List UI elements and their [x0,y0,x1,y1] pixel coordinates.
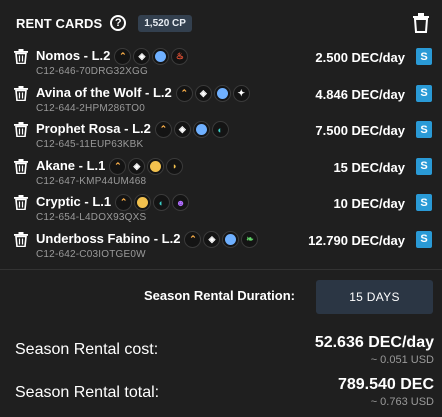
ability-icon [152,48,170,66]
ability-icon: ◈ [128,157,146,175]
ability-icon [134,194,152,212]
ability-icon: ♨ [171,48,189,66]
remove-card-icon[interactable] [14,49,28,65]
card-abilities: ⌃ ◈ ◐ [154,121,229,139]
divider [0,269,442,270]
card-id: C12-644-2HPM286TO0 [36,102,146,114]
card-row: Nomos - L.2 ⌃ ◈ ♨ C12-646-70DRG32XGG 2.500 … [14,46,432,83]
card-price: 15 DEC/day [333,159,405,175]
page-title: RENT CARDS [16,15,103,31]
trash-all-icon[interactable] [412,13,430,33]
ability-icon: ◐ [153,194,171,212]
card-row: Underboss Fabino - L.2 ⌃ ◈ ❧ C12-642-C03IOT… [14,229,432,266]
ability-icon: ◈ [133,48,151,66]
rental-total-usd: ~ 0.763 USD [370,396,434,408]
card-abilities: ⌃ ◐ ☻ [115,194,190,212]
card-id: C12-646-70DRG32XGG [36,66,148,77]
remove-card-icon[interactable] [14,231,28,248]
card-s-button[interactable]: S [416,84,432,102]
card-s-button[interactable]: S [416,157,432,175]
flame-icon: ⌃ [184,231,202,249]
rental-total-label: Season Rental total: [15,384,160,401]
card-name: Avina of the Wolf - L.2 [36,84,172,100]
remove-card-icon[interactable] [14,122,28,138]
card-abilities: ⌃ ◈ ❧ [184,231,259,249]
remove-card-icon[interactable] [14,195,28,211]
card-name: Prophet Rosa - L.2 [36,121,151,137]
card-price: 7.500 DEC/day [315,123,405,139]
flame-icon: ⌃ [114,48,132,66]
rental-cost-value: 52.636 DEC/day [314,334,434,351]
duration-label: Season Rental Duration: [144,288,295,303]
card-s-button[interactable]: S [416,194,432,212]
rent-cards-header: RENT CARDS ? 1,520 CP [16,12,432,34]
card-id: C12-647-KMP44UM468 [36,175,147,187]
card-price: 10 DEC/day [333,196,405,212]
card-s-button[interactable]: S [416,230,432,248]
remove-card-icon[interactable] [14,85,28,101]
ability-icon: ◈ [194,84,212,102]
card-abilities: ⌃ ◈ ◗ [109,157,184,175]
card-list: Nomos - L.2 ⌃ ◈ ♨ C12-646-70DRG32XGG 2.500 … [14,46,432,266]
ability-icon [213,84,231,102]
card-row: Avina of the Wolf - L.2 ⌃ ◈ ✦ C12-644-2HPM2… [14,83,432,120]
ability-icon [192,121,210,139]
card-name: Underboss Fabino - L.2 [36,230,181,246]
rental-cost-usd: ~ 0.051 USD [370,354,434,366]
ability-icon [222,231,240,249]
card-name: Nomos - L.2 [36,48,111,63]
remove-card-icon[interactable] [14,158,28,175]
flame-icon: ⌃ [154,121,172,139]
card-row: Cryptic - L.1 ⌃ ◐ ☻ C12-654-L4DOX93QXS 10 D… [14,192,432,229]
card-id: C12-654-L4DOX93QXS [36,212,147,224]
ability-icon: ❧ [241,231,259,249]
card-name: Cryptic - L.1 [36,194,112,210]
card-id: C12-645-11EUP63KBK [36,139,144,151]
card-abilities: ⌃ ◈ ✦ [175,84,250,102]
ability-icon: ✦ [232,84,250,102]
card-s-button[interactable]: S [416,48,432,65]
card-abilities: ⌃ ◈ ♨ [114,48,189,66]
ability-icon: ◗ [166,157,184,175]
card-s-button[interactable]: S [416,121,432,139]
card-price: 12.790 DEC/day [308,232,405,248]
card-name: Akane - L.1 [36,157,106,173]
rental-total-value: 789.540 DEC [337,376,434,393]
card-price: 4.846 DEC/day [315,86,405,102]
ability-icon: ◈ [173,121,191,139]
duration-select-button[interactable]: 15 DAYS [316,280,433,314]
card-row: Prophet Rosa - L.2 ⌃ ◈ ◐ C12-645-11EUP63KBK… [14,119,432,156]
card-price: 2.500 DEC/day [315,50,405,65]
ability-icon: ☻ [172,194,190,212]
cp-badge: 1,520 CP [138,14,192,32]
flame-icon: ⌃ [109,157,127,175]
flame-icon: ⌃ [175,84,193,102]
card-id: C12-642-C03IOTGE0W [36,248,146,260]
rental-cost-label: Season Rental cost: [15,341,159,358]
help-icon[interactable]: ? [110,15,127,31]
ability-icon: ◈ [203,231,221,249]
ability-icon [147,157,165,175]
ability-icon: ◐ [211,121,229,139]
flame-icon: ⌃ [115,194,133,212]
card-row: Akane - L.1 ⌃ ◈ ◗ C12-647-KMP44UM468 15 DEC… [14,156,432,193]
